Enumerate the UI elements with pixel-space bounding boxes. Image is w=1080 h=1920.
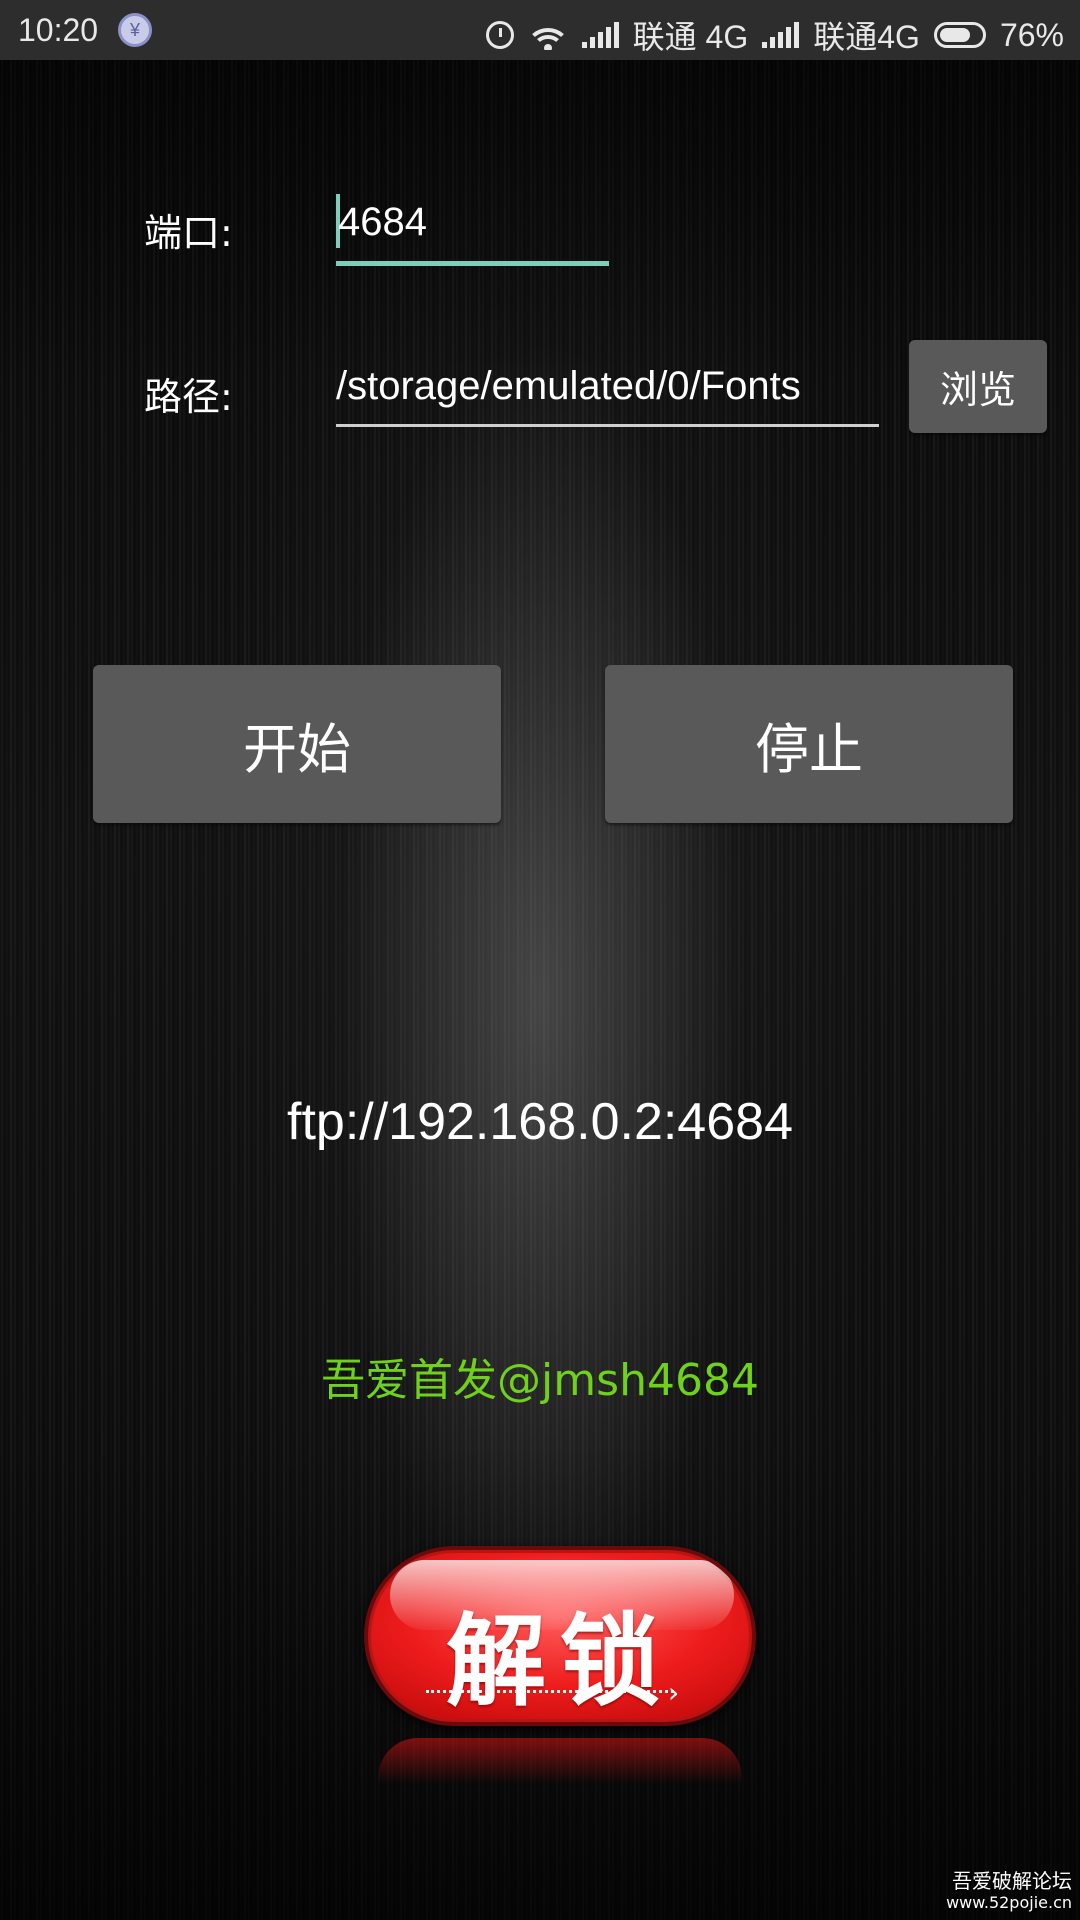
chevron-right-icon: › — [668, 1676, 680, 1709]
watermark-line-2: www.52pojie.cn — [946, 1893, 1072, 1912]
path-label: 路径: — [144, 375, 233, 419]
ftp-address: ftp://192.168.0.2:4684 — [287, 1093, 793, 1151]
watermark: 吾爱破解论坛 www.52pojie.cn — [946, 1870, 1072, 1914]
battery-icon — [933, 22, 986, 48]
signal-icon-2 — [762, 22, 800, 48]
unlock-button[interactable]: 解锁 › — [364, 1546, 756, 1726]
path-input-underline — [336, 424, 879, 427]
status-bar: 10:20 ¥ 联通 4G 联通4G 76% — [0, 0, 1080, 60]
start-button[interactable]: 开始 — [93, 665, 501, 823]
status-right: 联通 4G 联通4G 76% — [485, 12, 1064, 58]
watermark-line-1: 吾爱破解论坛 — [952, 1869, 1072, 1893]
browse-button[interactable]: 浏览 — [909, 340, 1047, 433]
alarm-icon — [485, 21, 514, 49]
carrier-1: 联通 4G — [632, 19, 749, 55]
unlock-label: 解锁 — [446, 1602, 674, 1720]
port-input-underline — [336, 261, 609, 266]
wifi-icon — [527, 20, 568, 50]
battery-percent: 76% — [999, 16, 1064, 53]
port-input[interactable]: 4684 — [338, 200, 427, 245]
port-label: 端口: — [144, 211, 233, 255]
carrier-2: 联通4G — [813, 19, 920, 55]
status-time: 10:20 — [18, 12, 99, 48]
yen-icon: ¥ — [118, 13, 152, 47]
path-input[interactable]: /storage/emulated/0/Fonts — [336, 364, 801, 409]
unlock-dotted-line — [426, 1690, 674, 1693]
credit-text: 吾爱首发@jmsh4684 — [321, 1355, 759, 1406]
stop-button[interactable]: 停止 — [605, 665, 1013, 823]
signal-icon — [581, 22, 619, 48]
unlock-reflection — [378, 1738, 742, 1784]
